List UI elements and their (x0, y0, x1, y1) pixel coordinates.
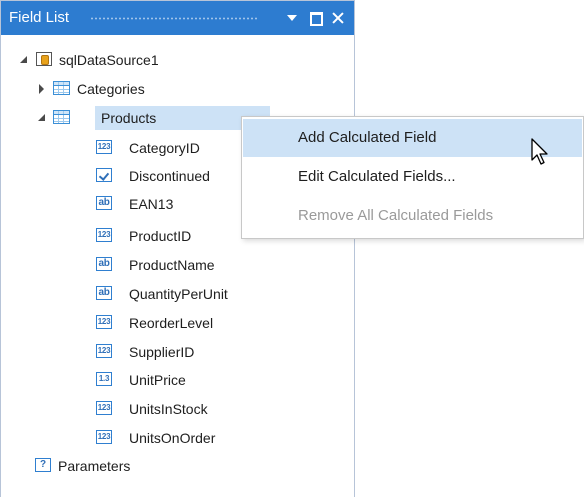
table-icon (53, 81, 70, 95)
integer-field-icon (96, 228, 112, 242)
tree-node-parameters[interactable]: Parameters (35, 454, 335, 478)
drag-grip[interactable] (90, 16, 258, 21)
database-icon (36, 52, 52, 66)
tree-node-label: Parameters (58, 458, 131, 474)
integer-field-icon (96, 315, 112, 329)
field-label: ProductName (129, 257, 215, 273)
integer-field-icon (96, 344, 112, 358)
close-icon[interactable] (330, 10, 346, 26)
string-field-icon (96, 196, 112, 210)
field-item[interactable]: SupplierID (96, 340, 336, 364)
menu-item-label: Add Calculated Field (298, 129, 437, 146)
integer-field-icon (96, 140, 112, 154)
collapse-arrow-icon[interactable] (19, 55, 29, 65)
field-label: Discontinued (129, 168, 210, 184)
field-list-panel: Field List sqlDataSource1 Categories Pro… (0, 0, 355, 497)
dropdown-arrow-icon[interactable] (284, 10, 300, 26)
field-label: CategoryID (129, 140, 200, 156)
integer-field-icon (96, 430, 112, 444)
menu-item-remove-all-calculated-fields[interactable]: Remove All Calculated Fields (243, 197, 582, 235)
field-item[interactable]: ReorderLevel (96, 311, 336, 335)
field-label: ProductID (129, 228, 192, 244)
mouse-pointer-icon (531, 138, 548, 165)
field-label: QuantityPerUnit (129, 286, 228, 302)
field-item[interactable]: ProductName (96, 253, 336, 277)
tree-node-datasource[interactable]: sqlDataSource1 (17, 48, 337, 72)
menu-item-label: Edit Calculated Fields... (298, 168, 456, 185)
string-field-icon (96, 286, 112, 300)
panel-title: Field List (9, 9, 70, 26)
context-menu: Add Calculated Field Edit Calculated Fie… (241, 116, 584, 239)
boolean-field-icon (96, 168, 112, 182)
tree-node-label: Categories (77, 81, 145, 97)
field-label: ReorderLevel (129, 315, 214, 331)
field-label: SupplierID (129, 344, 195, 360)
collapse-arrow-icon[interactable] (37, 113, 47, 123)
tree-node-label: sqlDataSource1 (59, 52, 159, 68)
expand-arrow-icon[interactable] (37, 84, 47, 94)
table-icon (53, 110, 70, 124)
field-label: EAN13 (129, 196, 174, 212)
tree-node-label: Products (101, 110, 157, 126)
field-label: UnitsInStock (129, 401, 208, 417)
decimal-field-icon (96, 372, 112, 386)
maximize-icon[interactable] (308, 10, 324, 26)
field-label: UnitsOnOrder (129, 430, 216, 446)
field-item[interactable]: UnitsOnOrder (96, 426, 336, 450)
field-item[interactable]: QuantityPerUnit (96, 282, 336, 306)
menu-item-label: Remove All Calculated Fields (298, 207, 494, 224)
tree-node-categories[interactable]: Categories (35, 77, 335, 101)
field-label: UnitPrice (129, 372, 186, 388)
parameters-icon (35, 458, 51, 472)
field-item[interactable]: UnitPrice (96, 368, 336, 392)
string-field-icon (96, 257, 112, 271)
panel-titlebar[interactable]: Field List (1, 1, 354, 35)
field-item[interactable]: UnitsInStock (96, 397, 336, 421)
integer-field-icon (96, 401, 112, 415)
